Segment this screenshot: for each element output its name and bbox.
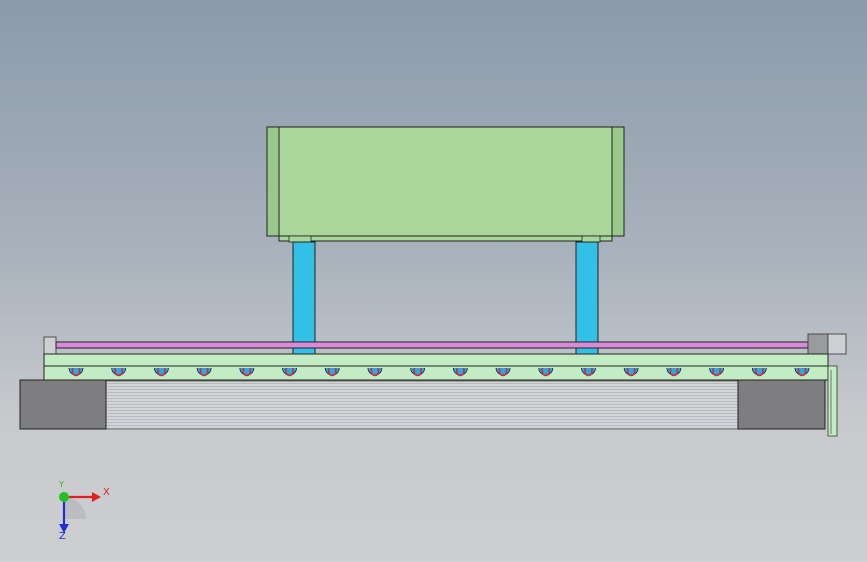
rail-upper [43,353,829,367]
y-axis-label: Y [59,480,64,489]
top-plate-body [266,126,625,237]
right-end-block [737,379,826,430]
orientation-triad [59,492,101,533]
conveyor-belt [105,380,739,430]
right-bracket [827,365,838,437]
rod-left-end [43,336,57,355]
rod-body [55,341,809,349]
right-column[interactable] [575,235,601,356]
x-axis-arrow [92,492,101,502]
cad-viewport[interactable]: X Y Z [0,0,867,562]
model-view[interactable] [0,0,867,562]
x-axis-label: X [103,487,110,498]
z-axis-label: Z [59,531,66,542]
left-end-block [19,379,107,430]
rail-assembly[interactable] [19,353,838,437]
top-plate-left-edge [266,126,280,237]
top-plate-lip [278,235,613,242]
rod-right-cap [827,333,847,355]
right-column-body [575,241,599,356]
left-column-body [292,241,316,356]
guide-rod[interactable] [43,333,847,355]
top-plate-right-edge [611,126,625,237]
rod-right-block [807,333,829,355]
top-plate[interactable] [266,126,625,242]
left-column[interactable] [288,235,316,356]
y-axis-dot [59,492,69,502]
